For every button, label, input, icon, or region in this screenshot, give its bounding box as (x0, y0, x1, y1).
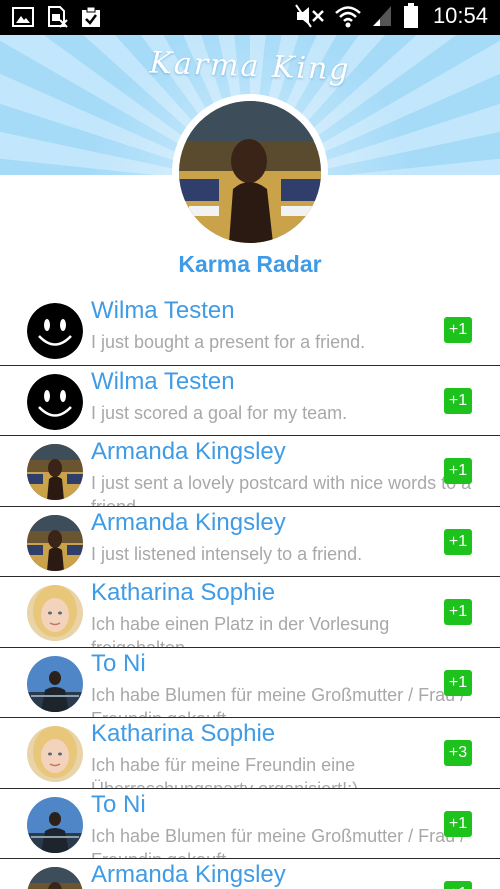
user-avatar[interactable] (27, 514, 83, 571)
feed-item[interactable]: Armanda Kingsley +1 (0, 859, 500, 889)
user-name[interactable]: Armanda Kingsley (91, 438, 286, 466)
karma-message: Ich habe Blumen für meine Großmutter / F… (91, 825, 465, 859)
system-icons: 10:54 (295, 3, 488, 29)
user-name[interactable]: Wilma Testen (91, 368, 235, 396)
karma-message: Ich habe einen Platz in der Vorlesung fr… (91, 614, 390, 647)
user-avatar[interactable] (27, 444, 83, 500)
karma-points-badge[interactable]: +1 (444, 528, 472, 555)
user-avatar[interactable] (27, 303, 83, 359)
karma-feed-list[interactable]: Wilma Testen I just bought a present for … (0, 295, 500, 889)
karma-points-badge[interactable]: +1 (444, 317, 472, 343)
feed-item[interactable]: To Ni Ich habe Blumen für meine Großmutte… (0, 648, 500, 718)
clock: 10:54 (432, 3, 488, 28)
karma-points-badge[interactable]: +1 (444, 387, 472, 414)
karma-points-badge[interactable]: +1 (444, 881, 472, 889)
user-avatar[interactable] (27, 867, 83, 889)
user-name[interactable]: Katharina Sophie (91, 579, 275, 607)
notification-icons (12, 6, 102, 28)
feed-item[interactable]: Wilma Testen I just scored a goal for my … (0, 366, 500, 436)
user-avatar[interactable] (27, 655, 83, 712)
feed-item[interactable]: Armanda Kingsley I just listened intensel… (0, 507, 500, 577)
user-name[interactable]: Katharina Sophie (91, 720, 275, 748)
user-name[interactable]: Armanda Kingsley (91, 861, 286, 889)
feed-item[interactable]: Armanda Kingsley I just sent a lovely pos… (0, 436, 500, 507)
mute-icon (295, 4, 324, 28)
karma-message: I just listened intensely to a friend. (91, 543, 363, 564)
user-name[interactable]: To Ni (91, 791, 146, 819)
karma-message: I just bought a present for a friend. (91, 332, 366, 352)
karma-points-badge[interactable]: +1 (444, 458, 472, 484)
profile-avatar[interactable] (179, 101, 321, 243)
karma-message: Ich habe Blumen für meine Großmutter / F… (91, 684, 465, 718)
battery-icon (403, 3, 418, 28)
user-avatar[interactable] (27, 796, 83, 853)
user-avatar[interactable] (27, 585, 83, 641)
feed-item[interactable]: To Ni Ich habe Blumen für meine Großmutte… (0, 789, 500, 859)
user-avatar[interactable] (27, 726, 83, 782)
wifi-icon (335, 6, 361, 28)
gallery-icon (12, 7, 34, 27)
feed-item[interactable]: Wilma Testen I just bought a present for … (0, 295, 500, 366)
karma-points-badge[interactable]: +3 (444, 740, 472, 766)
sim-data-icon (48, 6, 68, 28)
user-name[interactable]: Armanda Kingsley (91, 509, 286, 537)
user-name[interactable]: To Ni (91, 650, 146, 678)
karma-points-badge[interactable]: +1 (444, 599, 472, 625)
karma-message: Ich habe für meine Freundin eine Überras… (91, 755, 358, 788)
karma-points-badge[interactable]: +1 (444, 669, 472, 696)
clipboard-check-icon (82, 6, 100, 27)
karma-points-badge[interactable]: +1 (444, 810, 472, 837)
karma-message: I just sent a lovely postcard with nice … (91, 473, 471, 506)
feed-item[interactable]: Katharina Sophie Ich habe einen Platz in … (0, 577, 500, 648)
user-avatar[interactable] (27, 373, 83, 430)
karma-message: I just scored a goal for my team. (91, 402, 348, 423)
karma-radar-title: Karma Radar (178, 251, 322, 277)
user-name[interactable]: Wilma Testen (91, 297, 235, 325)
signal-icon (372, 6, 391, 26)
feed-item[interactable]: Katharina Sophie Ich habe für meine Freun… (0, 718, 500, 789)
status-bar: 10:54 (0, 0, 500, 35)
